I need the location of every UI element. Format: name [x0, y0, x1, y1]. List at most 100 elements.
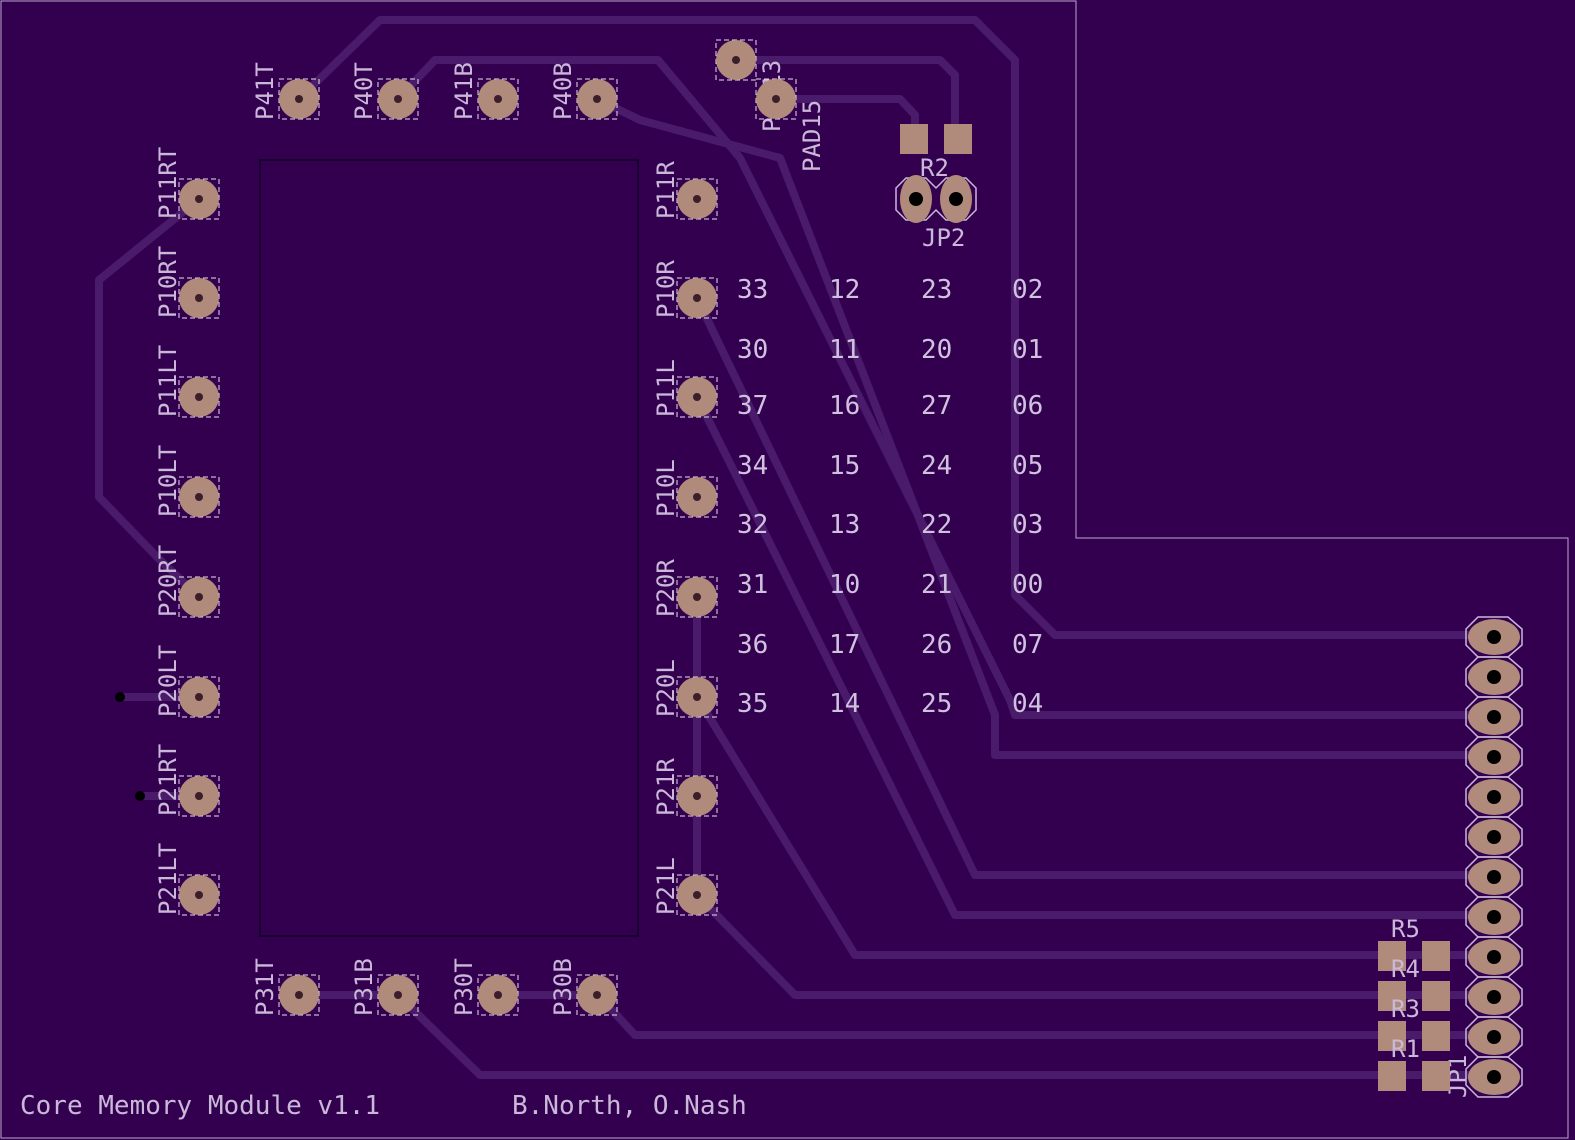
pad-p10l: P10L [652, 459, 718, 518]
r5-label: R5 [1391, 915, 1420, 943]
pad15-label: PAD15 [798, 100, 826, 172]
address-number: 07 [1012, 630, 1043, 660]
pad-group-left: P11RT P10RT P11LT P10LT P20RT P20LT P21RT P21LT [154, 147, 220, 916]
address-number: 24 [921, 451, 952, 481]
pad-p31t: P31T [251, 958, 320, 1016]
address-number: 34 [737, 451, 768, 481]
pad-p31b: P31B [350, 958, 419, 1016]
address-number: 32 [737, 510, 768, 540]
pad-p21rt: P21RT [154, 744, 220, 817]
board-authors: B.North, O.Nash [512, 1091, 747, 1121]
pad-p10r: P10R [652, 260, 718, 319]
jp1-pin [1465, 936, 1523, 978]
pad-p41t: P41T [251, 62, 320, 120]
pad-label: P21R [652, 758, 680, 816]
address-number: 17 [829, 630, 860, 660]
address-number: 16 [829, 391, 860, 421]
pad-label: P11LT [154, 345, 182, 417]
jp1-pin [1465, 1056, 1523, 1098]
address-number: 06 [1012, 391, 1043, 421]
address-number: 04 [1012, 689, 1043, 719]
pad-label: P41B [450, 62, 478, 120]
address-number: 10 [829, 570, 860, 600]
address-number: 02 [1012, 275, 1043, 305]
pad-group-right: P11R P10R P11L P10L P20R P20L P21R P21L [652, 161, 718, 916]
pad-label: P30T [450, 958, 478, 1016]
core-frame [259, 159, 639, 937]
pad-p20lt: P20LT [154, 645, 220, 718]
pad-label: P10LT [154, 445, 182, 517]
resistor-r2: R2 [900, 124, 972, 182]
pad-p30t: P30T [450, 958, 519, 1016]
via [115, 692, 125, 702]
pad-label: P31B [350, 958, 378, 1016]
pad-p20l: P20L [652, 659, 718, 718]
pad-p21r: P21R [652, 758, 718, 817]
pad-group-top: P41T P40T P41B P40B [251, 62, 618, 120]
pad-label: P20R [652, 559, 680, 617]
pad-label: P10L [652, 459, 680, 517]
r4-label: R4 [1391, 955, 1420, 983]
pad-label: P41T [251, 62, 279, 120]
jumper-jp2: JP2 [895, 175, 977, 252]
address-number: 05 [1012, 451, 1043, 481]
pcb-board: P41T P40T P41B P40B P31T P31B P30T P30B P11RTP… [0, 0, 1569, 1139]
pad-label: P20L [652, 659, 680, 717]
pad-p11lt: P11LT [154, 345, 220, 418]
jp1-pin [1465, 896, 1523, 938]
jp1-pin [1465, 856, 1523, 898]
pad-label: P40B [549, 62, 577, 120]
address-number: 15 [829, 451, 860, 481]
via [135, 791, 145, 801]
pad-label: P10R [652, 260, 680, 318]
jp1-pin [1465, 656, 1523, 698]
pad-label: P21L [652, 857, 680, 915]
address-number: 00 [1012, 570, 1043, 600]
pad-label: P11RT [154, 147, 182, 219]
pad-label: P20LT [154, 645, 182, 717]
board-title: Core Memory Module v1.1 [20, 1091, 380, 1121]
address-number: 31 [737, 570, 768, 600]
address-number: 22 [921, 510, 952, 540]
pad-p10rt: P10RT [154, 246, 220, 319]
pad-label: P21LT [154, 843, 182, 915]
jp2-label: JP2 [922, 224, 965, 252]
jp1-pin [1465, 1016, 1523, 1058]
address-number: 23 [921, 275, 952, 305]
address-number: 37 [737, 391, 768, 421]
pad-p21lt: P21LT [154, 843, 220, 916]
pad-label: P10RT [154, 246, 182, 318]
jp1-pin [1465, 816, 1523, 858]
pad-p11rt: P11RT [154, 147, 220, 220]
pad-p41b: P41B [450, 62, 519, 120]
pad-p40t: P40T [350, 62, 419, 120]
header-jp1 [1465, 616, 1523, 1098]
jp1-pin [1465, 616, 1523, 658]
address-number: 36 [737, 630, 768, 660]
pad-p11l: P11L [652, 359, 718, 418]
address-number: 14 [829, 689, 860, 719]
jp1-pin [1465, 696, 1523, 738]
trace-layer [95, 16, 1499, 1079]
pad-p10lt: P10LT [154, 445, 220, 518]
address-number: 35 [737, 689, 768, 719]
r1-label: R1 [1391, 1035, 1420, 1063]
r3-label: R3 [1391, 995, 1420, 1023]
pad-label: P40T [350, 62, 378, 120]
pad-label: P20RT [154, 545, 182, 617]
address-number: 25 [921, 689, 952, 719]
address-number: 30 [737, 335, 768, 365]
pad-p21l: P21L [652, 857, 718, 916]
jp1-pin [1465, 976, 1523, 1018]
pad-label: P11R [652, 161, 680, 219]
pad-p30b: P30B [549, 958, 618, 1016]
address-number: 01 [1012, 335, 1043, 365]
pad-label: P31T [251, 958, 279, 1016]
address-number: 11 [829, 335, 860, 365]
address-number: 26 [921, 630, 952, 660]
pad-p20r: P20R [652, 559, 718, 618]
pad-label: P11L [652, 359, 680, 417]
jp1-pin [1465, 736, 1523, 778]
pad-label: P30B [549, 958, 577, 1016]
address-number: 21 [921, 570, 952, 600]
